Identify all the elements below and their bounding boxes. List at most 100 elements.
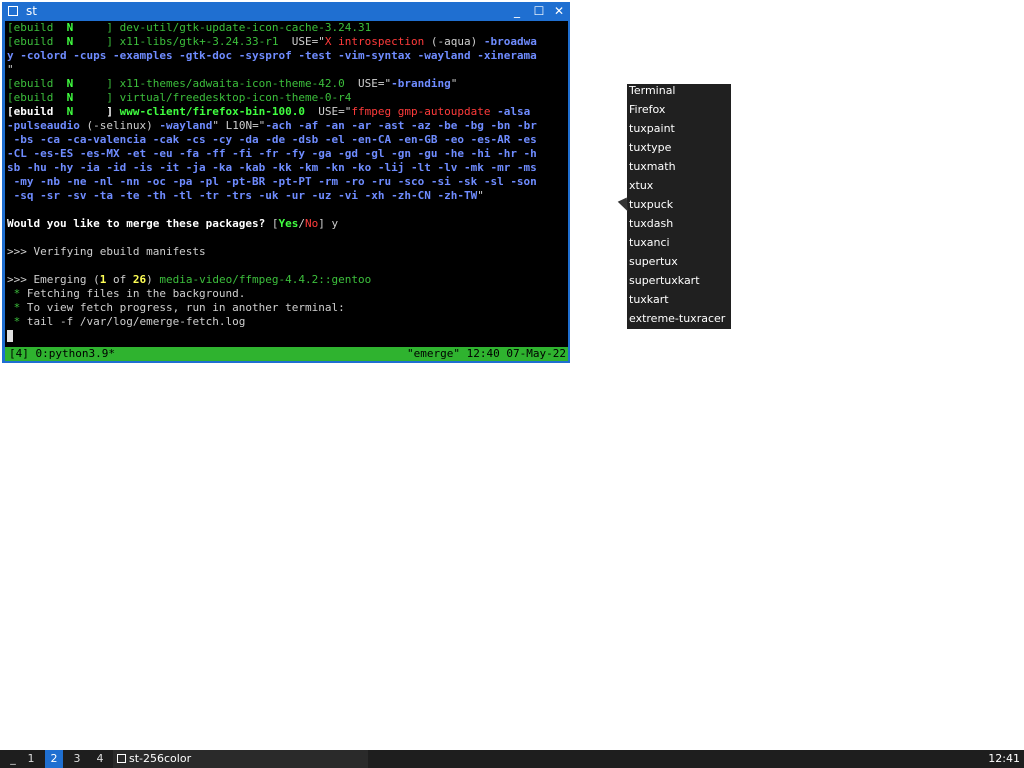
terminal-line: Would you like to merge these packages? … — [7, 217, 537, 231]
menu-item-tuxdash[interactable]: tuxdash — [627, 217, 731, 236]
terminal-line: -CL -es-ES -es-MX -et -eu -fa -ff -fi -f… — [7, 147, 537, 161]
task-label: st-256color — [129, 752, 192, 765]
terminal-area[interactable]: [ebuild N ] dev-util/gtk-update-icon-cac… — [5, 21, 568, 361]
terminal-text: ffmpeg gmp-autoupdate — [351, 105, 491, 118]
terminal-line: [ebuild N ] virtual/freedesktop-icon-the… — [7, 91, 537, 105]
menu-item-tuxpuck[interactable]: tuxpuck — [627, 198, 731, 217]
terminal-text: [ebuild — [7, 105, 67, 118]
terminal-line: [ebuild N ] www-client/firefox-bin-100.0… — [7, 105, 537, 119]
menu-item-tuxkart[interactable]: tuxkart — [627, 293, 731, 312]
terminal-line: >>> Emerging (1 of 26) media-video/ffmpe… — [7, 273, 537, 287]
taskbar-task-st[interactable]: st-256color — [113, 750, 368, 768]
menu-item-supertuxkart[interactable]: supertuxkart — [627, 274, 731, 293]
terminal-text: -alsa — [490, 105, 531, 118]
terminal-text: * — [7, 287, 27, 300]
terminal-line: sb -hu -hy -ia -id -is -it -ja -ka -kab … — [7, 161, 537, 175]
terminal-text: -my -nb -ne -nl -nn -oc -pa -pl -pt-BR -… — [7, 175, 537, 188]
terminal-text: ] — [73, 105, 120, 118]
terminal-text: To view fetch progress, run in another t… — [26, 301, 345, 314]
menu-item-tuxtype[interactable]: tuxtype — [627, 141, 731, 160]
terminal-text: dev-util/gtk-update-icon-cache-3.24.31 — [119, 21, 372, 34]
status-left: [4] 0:python3.9* — [9, 347, 115, 360]
workspace-button[interactable]: 2 — [45, 750, 63, 768]
terminal-text: Fetching files in the background. — [26, 287, 246, 300]
workspace-button[interactable]: 1 — [22, 750, 40, 768]
terminal-text: x11-libs/gtk+-3.24.33-r1 — [119, 35, 279, 48]
terminal-text: " — [477, 189, 484, 202]
menu-item-tuxanci[interactable]: tuxanci — [627, 236, 731, 255]
clock: 12:41 — [988, 752, 1020, 765]
terminal-window[interactable]: st _ ☐ ✕ [ebuild N ] dev-util/gtk-update… — [2, 2, 570, 363]
terminal-text: [ebuild — [7, 77, 67, 90]
status-right: "emerge" 12:40 07-May-22 — [407, 347, 566, 360]
terminal-text: USE=" — [278, 35, 325, 48]
terminal-text: -pulseaudio — [7, 119, 80, 132]
terminal-text: -broadwa — [483, 35, 537, 48]
terminal-text: tail -f /var/log/emerge-fetch.log — [26, 315, 246, 328]
terminal-text: ) — [146, 273, 160, 286]
terminal-text: ] — [73, 21, 120, 34]
terminal-text: www-client/firefox-bin-100.0 — [119, 105, 306, 118]
terminal-text: " — [450, 77, 458, 90]
terminal-text: ] — [73, 91, 120, 104]
terminal-line: -bs -ca -ca-valencia -cak -cs -cy -da -d… — [7, 133, 537, 147]
terminal-text: USE=" — [305, 105, 352, 118]
window-icon — [117, 754, 126, 763]
terminal-line: [ebuild N ] dev-util/gtk-update-icon-cac… — [7, 21, 537, 35]
menu-item-terminal[interactable]: Terminal — [627, 84, 731, 103]
minimize-button[interactable]: _ — [508, 3, 526, 19]
terminal-line: -sq -sr -sv -ta -te -th -tl -tr -trs -uk… — [7, 189, 537, 203]
workspace-button[interactable]: 3 — [68, 750, 86, 768]
app-menu[interactable]: Terminal Firefox tuxpaint tuxtype tuxmath xtu… — [627, 84, 731, 329]
terminal-text: ] y — [318, 217, 339, 230]
terminal-text: -wayland — [159, 119, 213, 132]
terminal-line: [ebuild N ] x11-themes/adwaita-icon-them… — [7, 77, 537, 91]
terminal-text: ] — [73, 35, 120, 48]
maximize-button[interactable]: ☐ — [530, 3, 548, 19]
terminal-text: -CL -es-ES -es-MX -et -eu -fa -ff -fi -f… — [7, 147, 537, 160]
terminal-line: [ebuild N ] x11-libs/gtk+-3.24.33-r1 USE… — [7, 35, 537, 49]
window-titlebar[interactable]: st _ ☐ ✕ — [2, 2, 570, 20]
close-button[interactable]: ✕ — [550, 3, 568, 19]
terminal-text: -ach -af -an -ar -ast -az -be -bg -bn -b… — [265, 119, 537, 132]
terminal-line: >>> Verifying ebuild manifests — [7, 245, 537, 259]
workspace-button[interactable]: 4 — [91, 750, 109, 768]
terminal-text: " L10N=" — [212, 119, 266, 132]
terminal-text: -bs -ca -ca-valencia -cak -cs -cy -da -d… — [7, 133, 537, 146]
terminal-text: media-video/ffmpeg-4.4.2::gentoo — [159, 273, 372, 286]
terminal-text: [ — [271, 217, 279, 230]
terminal-text: USE=" — [344, 77, 392, 90]
terminal-prompt-line — [7, 329, 537, 343]
terminal-text: * — [7, 301, 27, 314]
terminal-text: of — [106, 273, 133, 286]
terminal-text: 26 — [132, 273, 147, 286]
terminal-text: Yes — [278, 217, 299, 230]
terminal-text: (-aqua) — [424, 35, 484, 48]
terminal-text: virtual/freedesktop-icon-theme-0-r4 — [119, 91, 352, 104]
tmux-status-bar: [4] 0:python3.9* "emerge" 12:40 07-May-2… — [5, 347, 568, 361]
menu-item-extreme-tuxracer[interactable]: extreme-tuxracer — [627, 312, 731, 331]
workspace-button[interactable]: _ — [4, 750, 22, 768]
terminal-text: X introspection — [324, 35, 425, 48]
terminal-text: * — [7, 315, 27, 328]
menu-item-xtux[interactable]: xtux — [627, 179, 731, 198]
menu-item-firefox[interactable]: Firefox — [627, 103, 731, 122]
terminal-line: * To view fetch progress, run in another… — [7, 301, 537, 315]
terminal-text: [ebuild — [7, 21, 67, 34]
terminal-text: y -colord -cups -examples -gtk-doc -sysp… — [7, 49, 537, 62]
terminal-text: " — [7, 63, 14, 76]
menu-item-supertux[interactable]: supertux — [627, 255, 731, 274]
terminal-text: x11-themes/adwaita-icon-theme-42.0 — [119, 77, 345, 90]
terminal-text: -branding — [391, 77, 451, 90]
terminal-text: -sq -sr -sv -ta -te -th -tl -tr -trs -uk… — [7, 189, 478, 202]
window-title: st — [26, 4, 37, 18]
terminal-line: * tail -f /var/log/emerge-fetch.log — [7, 315, 537, 329]
terminal-output: [ebuild N ] dev-util/gtk-update-icon-cac… — [7, 21, 537, 343]
terminal-line: * Fetching files in the background. — [7, 287, 537, 301]
menu-item-tuxmath[interactable]: tuxmath — [627, 160, 731, 179]
window-icon — [8, 6, 18, 16]
menu-item-tuxpaint[interactable]: tuxpaint — [627, 122, 731, 141]
